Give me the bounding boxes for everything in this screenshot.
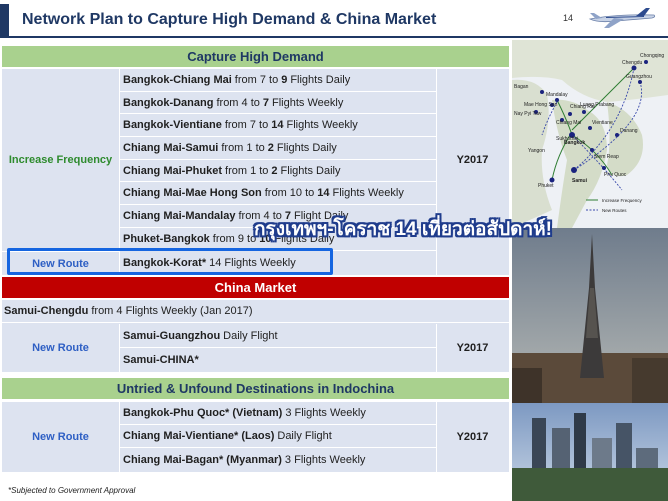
new-route-label: New Route	[32, 431, 89, 443]
indochina-block: New Route Y2017 Bangkok-Phu Quoc* (Vietn…	[2, 402, 509, 472]
svg-text:Phu Quoc: Phu Quoc	[604, 172, 627, 178]
svg-text:Bangkok: Bangkok	[564, 140, 585, 146]
increase-frequency-label: Increase Frequency	[8, 154, 113, 166]
svg-text:Chongqing: Chongqing	[640, 53, 664, 59]
svg-text:Chiang Mai: Chiang Mai	[556, 120, 581, 126]
route-row: Bangkok-Vientiane from 7 to 14 Flights Week…	[119, 114, 436, 138]
svg-text:Mae Hong Son: Mae Hong Son	[524, 102, 558, 108]
svg-text:Samui: Samui	[572, 178, 588, 184]
new-route-label: New Route	[32, 342, 89, 354]
china-block: Samui-Chengdu from 4 Flights Weekly (Jan …	[2, 300, 509, 372]
svg-text:New Routes: New Routes	[602, 208, 627, 213]
highlight-box	[7, 248, 333, 275]
route-row: Samui-CHINA*	[123, 354, 199, 366]
svg-text:Luang Prabang: Luang Prabang	[580, 102, 614, 108]
section-header-high-demand: Capture High Demand	[2, 46, 509, 67]
svg-text:Bagan: Bagan	[514, 84, 529, 90]
page-title: Network Plan to Capture High Demand & Ch…	[22, 11, 437, 28]
high-demand-block: Increase Frequency New Route Y2017 Bangk…	[2, 69, 509, 275]
route-row: Chiang Mai-Mae Hong Son from 10 to 14 Fligh…	[119, 182, 436, 206]
route-row: Chiang Mai-Vientiane* (Laos) Daily Flight	[119, 425, 436, 448]
route-row: Chiang Mai-Phuket from 1 to 2 Flights Daily	[119, 160, 436, 183]
route-row: Bangkok-Danang from 4 to 7 Flights Weekly	[119, 92, 436, 115]
route-row: Chiang Mai-Bagan* (Myanmar) 3 Flights Wee…	[123, 454, 366, 466]
title-accent-bar	[0, 4, 9, 36]
svg-text:Mandalay: Mandalay	[546, 92, 568, 98]
thai-overlay-text: กรุงเทพฯ-โคราช 14 เที่ยวต่อสัปดาห์!	[254, 219, 552, 240]
svg-text:Siem Reap: Siem Reap	[594, 154, 619, 160]
year-label: Y2017	[456, 431, 489, 443]
footnote: *Subjected to Government Approval	[8, 486, 136, 495]
svg-text:Danang: Danang	[620, 128, 638, 134]
year-label: Y2017	[456, 342, 489, 354]
route-map: Chengdu Chongqing Guangzhou Bagan Mandal…	[512, 40, 668, 228]
section-header-china: China Market	[2, 277, 509, 298]
airplane-logo-icon	[588, 8, 656, 28]
page-number: 14	[563, 13, 574, 23]
svg-text:Vientiane: Vientiane	[592, 120, 613, 126]
title-rule	[0, 36, 668, 38]
route-row: Bangkok-Phu Quoc* (Vietnam) 3 Flights Wee…	[119, 402, 436, 425]
route-row: Bangkok-Chiang Mai from 7 to 9 Flights Dail…	[119, 69, 436, 92]
section-header-indochina: Untried & Unfound Destinations in Indoch…	[2, 378, 509, 399]
svg-text:Yangon: Yangon	[528, 148, 545, 154]
svg-text:Phuket: Phuket	[538, 183, 554, 189]
svg-text:Chengdu: Chengdu	[622, 60, 643, 66]
route-row: Samui-Chengdu from 4 Flights Weekly (Jan …	[2, 300, 509, 323]
svg-text:Guangzhou: Guangzhou	[626, 74, 652, 80]
svg-text:Nay Pyi Taw: Nay Pyi Taw	[514, 111, 542, 117]
city-tower-photo	[512, 228, 668, 501]
route-row: Chiang Mai-Samui from 1 to 2 Flights Daily	[119, 137, 436, 160]
svg-text:Increase Frequency: Increase Frequency	[602, 198, 643, 203]
route-row: Samui-Guangzhou Daily Flight	[119, 324, 436, 348]
